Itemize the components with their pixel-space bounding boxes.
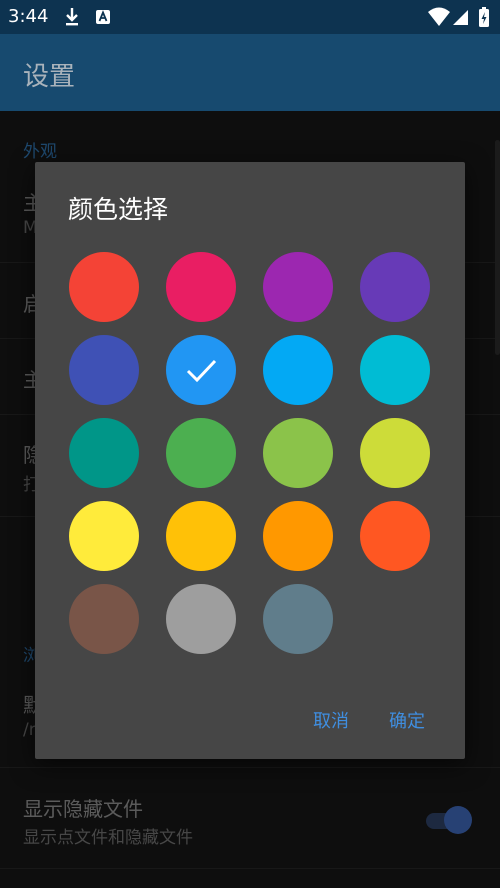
wifi-icon [428, 7, 450, 26]
dialog-actions: 取消 确定 [313, 707, 425, 733]
color-swatch[interactable] [69, 418, 139, 488]
battery-charging-icon [479, 7, 489, 27]
color-swatch[interactable] [166, 335, 236, 405]
color-swatch[interactable] [166, 584, 236, 654]
color-swatch[interactable] [263, 418, 333, 488]
color-swatch[interactable] [166, 418, 236, 488]
color-swatch[interactable] [69, 335, 139, 405]
checkmark-icon [186, 359, 217, 383]
signal-icon [453, 10, 468, 25]
color-swatch[interactable] [360, 252, 430, 322]
color-swatch[interactable] [263, 584, 333, 654]
color-swatch[interactable] [263, 501, 333, 571]
confirm-button[interactable]: 确定 [389, 707, 425, 733]
color-swatch[interactable] [263, 252, 333, 322]
page-title: 设置 [23, 62, 76, 92]
color-swatch-grid [69, 252, 432, 654]
color-swatch[interactable] [360, 501, 430, 571]
dialog-title: 颜色选择 [68, 195, 169, 224]
color-picker-dialog: 颜色选择 取消 确定 [35, 162, 465, 759]
color-swatch[interactable] [360, 418, 430, 488]
color-swatch[interactable] [166, 501, 236, 571]
color-swatch[interactable] [166, 252, 236, 322]
color-swatch[interactable] [263, 335, 333, 405]
color-swatch[interactable] [69, 584, 139, 654]
cancel-button[interactable]: 取消 [313, 707, 349, 733]
color-swatch[interactable] [69, 252, 139, 322]
color-swatch[interactable] [360, 335, 430, 405]
notification-a-icon [96, 10, 110, 24]
status-time: 3:44 [8, 6, 49, 27]
status-bar: 3:44 [0, 0, 500, 34]
color-swatch[interactable] [69, 501, 139, 571]
download-icon [66, 8, 78, 26]
app-bar: 设置 [0, 34, 500, 111]
